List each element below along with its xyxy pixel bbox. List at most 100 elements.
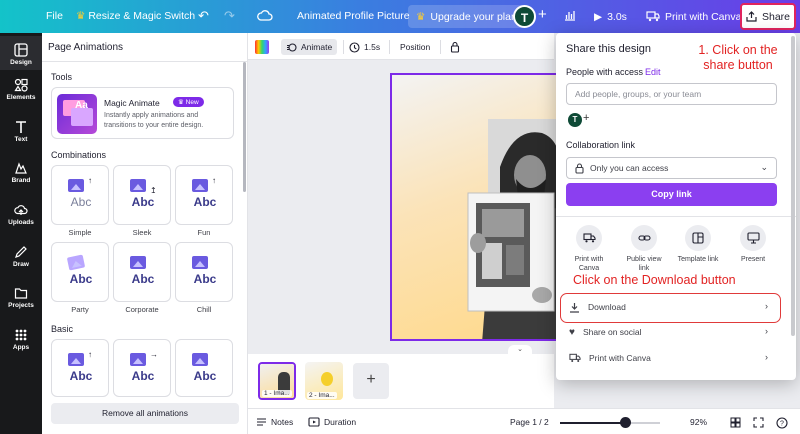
upgrade-label: Upgrade your plan [430, 10, 517, 23]
image-icon [68, 353, 84, 366]
print-with-canva-option[interactable]: Print with Canva [567, 225, 611, 273]
template-link-option[interactable]: Template link [676, 225, 720, 264]
print-button[interactable]: Print with Canva [638, 5, 749, 28]
upgrade-button[interactable]: ♛ Upgrade your plan [408, 5, 525, 28]
present-option[interactable]: Present [731, 225, 775, 264]
zoom-level[interactable]: 92% [690, 417, 707, 427]
chevron-down-icon: ⌄ [760, 162, 768, 172]
remove-all-animations-button[interactable]: Remove all animations [51, 403, 239, 424]
divider [556, 216, 796, 217]
separator [440, 40, 441, 54]
fullscreen-icon[interactable] [753, 417, 764, 428]
tile-text: Abc [70, 195, 92, 209]
arrow-up-icon: ↥ [150, 186, 157, 195]
rail-item-projects[interactable]: Projects [0, 286, 42, 309]
share-panel-scrollbar[interactable] [791, 36, 795, 336]
timing-label: 1.5s [364, 42, 381, 52]
tile-text: Abc [193, 369, 217, 383]
rail-item-text[interactable]: Text [0, 120, 42, 143]
page-indicator[interactable]: Page 1 / 2 [510, 417, 549, 427]
clock-icon [349, 41, 360, 53]
truck-icon [569, 353, 581, 363]
chevron-right-icon: › [765, 352, 768, 362]
rail-label: Design [10, 59, 32, 66]
brand-icon [15, 162, 27, 174]
animation-tile-party[interactable]: Abc [51, 242, 109, 302]
rail-label: Elements [6, 94, 36, 101]
redo-icon[interactable]: ↷ [224, 8, 235, 24]
duration-button[interactable]: Duration [308, 417, 356, 427]
grid-view-icon[interactable] [730, 417, 741, 428]
image-icon [66, 254, 86, 271]
panel-scrollbar[interactable] [243, 62, 246, 192]
notes-button[interactable]: Notes [256, 417, 293, 427]
rail-item-uploads[interactable]: Uploads [0, 203, 42, 226]
color-picker-icon[interactable] [255, 40, 269, 54]
animate-button[interactable]: Animate [281, 39, 338, 55]
edit-link[interactable]: Edit [645, 67, 661, 77]
left-rail: Design Elements Text Brand Uploads Draw … [0, 33, 42, 434]
public-view-link-option[interactable]: Public view link [622, 225, 666, 273]
magic-animate-card[interactable]: Aa Magic Animate ♛ New Instantly apply a… [51, 87, 234, 139]
position-button[interactable]: Position [400, 39, 430, 55]
thumbnail-label: 1 - Ima... [262, 390, 292, 397]
access-value: Only you can access [590, 163, 669, 173]
download-highlight [560, 293, 781, 323]
image-icon [192, 256, 208, 269]
insights-icon[interactable] [564, 9, 576, 24]
share-button[interactable]: Share [740, 3, 796, 30]
undo-icon[interactable]: ↶ [198, 8, 209, 24]
design-page[interactable] [390, 73, 558, 341]
animation-tile-basic-1[interactable]: ↑ Abc [51, 339, 109, 397]
rail-label: Projects [8, 302, 34, 309]
canvas-toolbar: Animate 1.5s Position [248, 33, 554, 60]
page-thumbnail-1[interactable]: 1 - Ima... [258, 362, 296, 400]
rail-item-draw[interactable]: Draw [0, 245, 42, 268]
chevron-right-icon: › [765, 326, 768, 336]
page-animations-panel: Page Animations Tools Aa Magic Animate ♛… [42, 33, 248, 434]
animation-tile-corporate[interactable]: Abc [113, 242, 171, 302]
add-page-button[interactable]: + [353, 363, 389, 399]
rail-item-design[interactable]: Design [0, 36, 42, 70]
timing-button[interactable]: 1.5s [349, 39, 380, 55]
resize-button[interactable]: ♛ Resize & Magic Switch [76, 10, 195, 22]
file-menu[interactable]: File [46, 10, 63, 22]
page-thumbnail-2[interactable]: 2 - Ima... [305, 362, 343, 400]
zoom-fill [560, 422, 626, 424]
arrow-up-icon: ↑ [212, 176, 216, 185]
duration-label: Duration [324, 417, 357, 427]
print-with-canva-row[interactable]: Print with Canva › [562, 347, 780, 369]
notes-icon [257, 418, 266, 426]
add-people-input[interactable]: Add people, groups, or your team [566, 83, 777, 105]
animation-tile-chill[interactable]: Abc [175, 242, 233, 302]
uploads-icon [14, 205, 28, 215]
rail-item-apps[interactable]: Apps [0, 328, 42, 351]
chevron-down-icon[interactable]: ⌄ [508, 345, 532, 354]
share-on-social-row[interactable]: ♥ Share on social › [562, 321, 780, 343]
animation-tile-sleek[interactable]: ↥ Abc [113, 165, 171, 225]
help-icon[interactable]: ? [776, 417, 788, 429]
rail-item-brand[interactable]: Brand [0, 161, 42, 184]
zoom-slider-handle[interactable] [620, 417, 631, 428]
document-title[interactable]: Animated Profile Picture [297, 10, 410, 22]
animation-tile-fun[interactable]: ↑ Abc [175, 165, 233, 225]
animation-tile-basic-2[interactable]: → Abc [113, 339, 171, 397]
copy-link-button[interactable]: Copy link [566, 183, 777, 206]
play-button[interactable]: ▶ 3.0s [586, 5, 635, 28]
add-collaborator-icon[interactable]: + [538, 6, 547, 23]
design-icon [14, 43, 28, 57]
tile-label: Chill [196, 305, 212, 314]
animation-tile-basic-3[interactable]: Abc [175, 339, 233, 397]
add-person-icon[interactable]: + [583, 112, 589, 124]
animation-tile-simple[interactable]: ↑ Abc [51, 165, 109, 225]
avatar[interactable]: T [568, 113, 582, 127]
avatar[interactable]: T [513, 5, 536, 28]
resize-label: Resize & Magic Switch [88, 10, 196, 22]
rail-item-elements[interactable]: Elements [0, 78, 42, 101]
access-select[interactable]: Only you can access ⌄ [566, 157, 777, 179]
lock-icon[interactable] [450, 39, 460, 55]
cloud-save-icon[interactable] [257, 9, 273, 24]
panel-title: Page Animations [48, 42, 124, 53]
zoom-slider[interactable] [560, 422, 660, 424]
separator [389, 40, 390, 54]
